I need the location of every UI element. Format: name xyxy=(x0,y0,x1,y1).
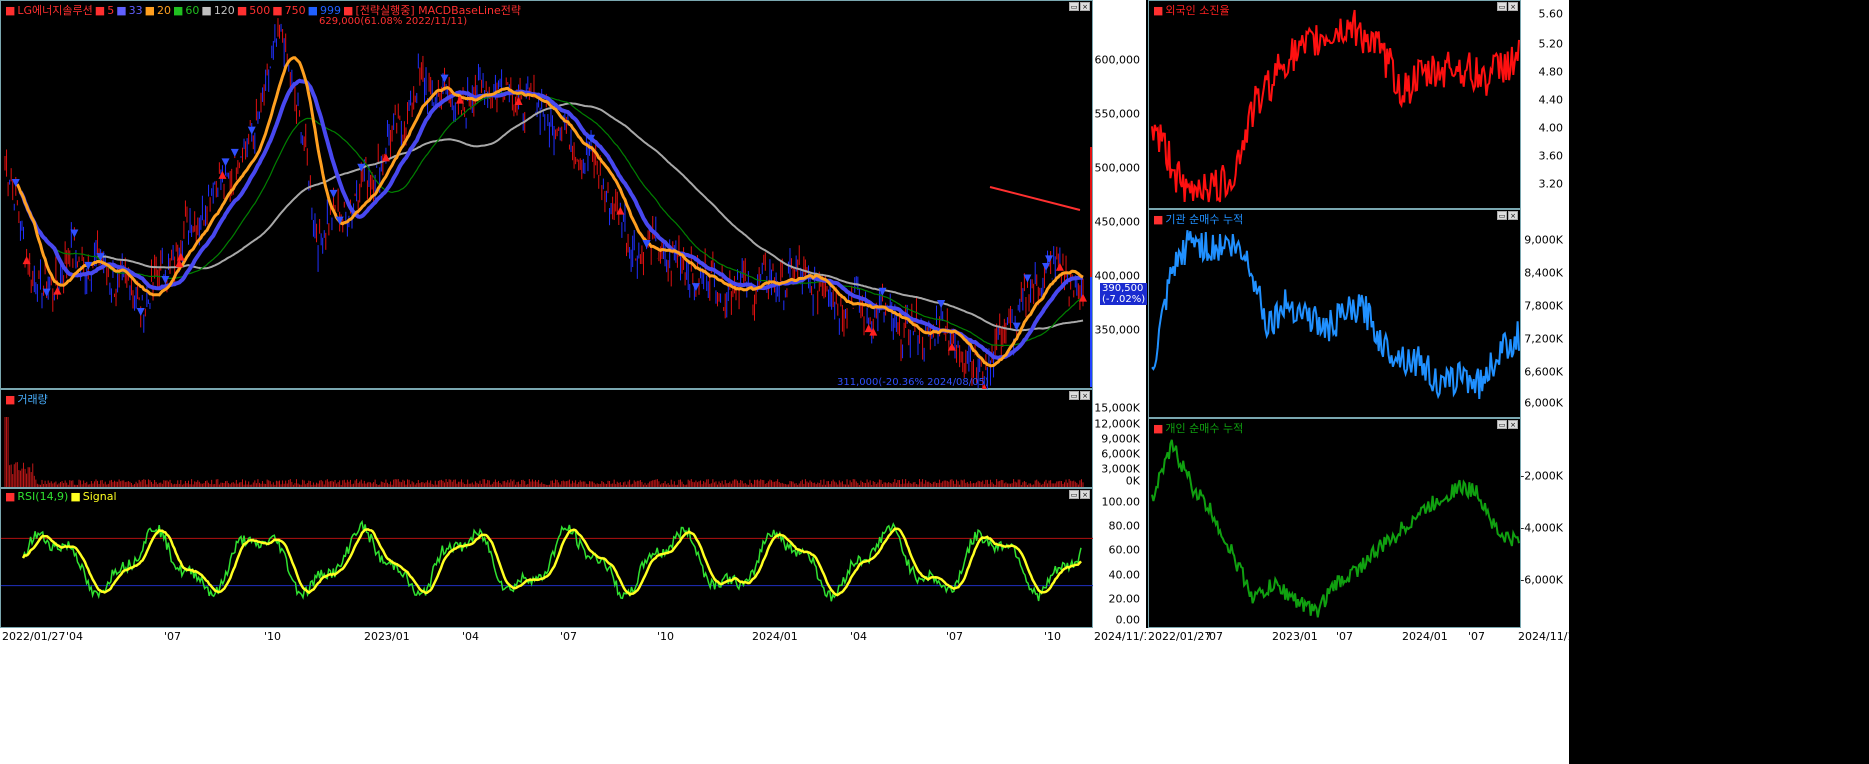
rsi-chart[interactable] xyxy=(1,489,1094,629)
price-chart[interactable] xyxy=(1,1,1094,390)
y-tick: 80.00 xyxy=(1108,519,1141,533)
individual-chart[interactable] xyxy=(1149,419,1522,629)
x-tick: '10 xyxy=(1044,630,1062,643)
y-tick: 20.00 xyxy=(1108,592,1141,606)
price-range-bar xyxy=(1090,277,1092,387)
x-tick: 2022/01/27 xyxy=(1148,630,1212,643)
y-tick: 4.00 xyxy=(1538,121,1564,135)
sell-signal-icon xyxy=(329,189,338,198)
y-tick: -6,000K xyxy=(1520,573,1563,587)
rsi-y-axis: 100.00 80.00 60.00 40.00 20.00 0.00 xyxy=(1093,488,1146,628)
x-tick: '07 xyxy=(946,630,964,643)
price-panel[interactable]: ■ LG에너지솔루션 ■ 5 ■ 33 ■ 20 ■ 60 ■ 120 ■ 500 ■ 750 ■ 999 ■ [전략… xyxy=(0,0,1094,390)
sell-signal-icon xyxy=(221,158,230,167)
foreign-ownership-line xyxy=(1151,9,1520,203)
individual-y-axis: -2,000K -4,000K -6,000K xyxy=(1520,418,1569,628)
institution-panel[interactable]: ■ 기관 순매수 누적 ▭ × xyxy=(1148,209,1521,418)
buy-signal-icon xyxy=(53,286,62,295)
volume-y-axis: 15,000K 12,000K 9,000K 6,000K 3,000K 0K xyxy=(1093,389,1146,488)
current-change: (-7.02%) xyxy=(1102,294,1146,305)
institution-chart[interactable] xyxy=(1149,210,1522,419)
y-tick: 6,000K xyxy=(1101,447,1140,461)
y-tick: 0K xyxy=(1125,474,1140,488)
individual-panel[interactable]: ■ 개인 순매수 누적 ▭ × xyxy=(1148,418,1521,628)
institution-net-line xyxy=(1151,230,1520,400)
ma500-line xyxy=(989,186,1081,211)
foreign-chart[interactable] xyxy=(1149,1,1522,210)
x-tick: '04 xyxy=(850,630,868,643)
x-tick: '07 xyxy=(560,630,578,643)
volume-chart[interactable] xyxy=(1,390,1094,489)
price-range-bar xyxy=(1090,147,1092,277)
x-tick: '04 xyxy=(66,630,84,643)
current-price-box: 390,500 (-7.02%) xyxy=(1100,283,1148,305)
y-tick: 3.20 xyxy=(1538,177,1564,191)
sell-signal-icon xyxy=(161,275,170,284)
right-x-axis: 2022/01/27'07 2023/01'07 2024/01'07 2024/11… xyxy=(1146,628,1581,764)
y-tick: 8,400K xyxy=(1524,266,1563,280)
ma20-line xyxy=(15,56,1084,368)
x-tick: 2024/11/13 xyxy=(1518,630,1582,643)
y-tick: 4.40 xyxy=(1538,93,1564,107)
y-tick: 6,600K xyxy=(1524,365,1563,379)
x-tick: '07 xyxy=(164,630,182,643)
y-tick: 3.60 xyxy=(1538,149,1564,163)
y-tick: 9,000K xyxy=(1524,233,1563,247)
x-tick: '07 xyxy=(1336,630,1354,643)
y-tick: 60.00 xyxy=(1108,543,1141,557)
rsi-panel[interactable]: ■ RSI(14,9) ■ Signal ▭ × xyxy=(0,488,1094,629)
volume-panel[interactable]: ■ 거래량 ▭ × xyxy=(0,389,1093,488)
x-tick: 2022/01/27 xyxy=(2,630,66,643)
institution-y-axis: 9,000K 8,400K 7,800K 7,200K 6,600K 6,000K xyxy=(1521,209,1569,418)
low-price-label: 311,000(-20.36% 2024/08/05) xyxy=(837,377,989,388)
y-tick: 7,800K xyxy=(1524,299,1563,313)
price-y-axis: 600,000 550,000 500,000 450,000 400,000 350,0… xyxy=(1093,0,1146,389)
rsi-line xyxy=(22,519,1082,602)
foreign-y-axis: 5.60 5.20 4.80 4.40 4.00 3.60 3.20 xyxy=(1521,0,1569,209)
y-tick: 6,000K xyxy=(1524,396,1563,410)
main-x-axis: 2022/01/27'04'07'10 2023/01'04'07'10 2024/… xyxy=(0,628,1157,764)
y-tick: 350,000 xyxy=(1094,323,1141,337)
y-tick: 400,000 xyxy=(1094,269,1141,283)
y-tick: 5.20 xyxy=(1538,37,1564,51)
y-tick: 9,000K xyxy=(1101,432,1140,446)
x-tick: '04 xyxy=(462,630,480,643)
ma60-line xyxy=(50,91,1084,347)
y-tick: 500,000 xyxy=(1094,161,1141,175)
y-tick: 100.00 xyxy=(1101,495,1141,509)
y-tick: -4,000K xyxy=(1520,521,1563,535)
y-tick: 550,000 xyxy=(1094,107,1141,121)
y-tick: 12,000K xyxy=(1094,417,1140,431)
y-tick: 40.00 xyxy=(1108,568,1141,582)
x-tick: '10 xyxy=(657,630,675,643)
y-tick: 0.00 xyxy=(1115,613,1141,627)
x-tick: 2024/01 xyxy=(1402,630,1448,643)
y-tick: -2,000K xyxy=(1520,469,1563,483)
sell-signal-icon xyxy=(1041,262,1050,271)
y-tick: 450,000 xyxy=(1094,215,1141,229)
y-tick: 7,200K xyxy=(1524,332,1563,346)
current-price: 390,500 xyxy=(1102,283,1144,294)
sell-signal-icon xyxy=(440,74,449,83)
x-tick: 2024/01 xyxy=(752,630,798,643)
sell-signal-icon xyxy=(1045,255,1054,264)
foreign-panel[interactable]: ■ 외국인 소진율 ▭ × xyxy=(1148,0,1521,209)
x-tick: 2023/01 xyxy=(1272,630,1318,643)
y-tick: 4.80 xyxy=(1538,65,1564,79)
x-tick: '07 xyxy=(1206,630,1224,643)
y-tick: 5.60 xyxy=(1538,7,1564,21)
y-tick: 600,000 xyxy=(1094,53,1141,67)
y-tick: 15,000K xyxy=(1094,401,1140,415)
sell-signal-icon xyxy=(230,148,239,157)
x-tick: '07 xyxy=(1468,630,1486,643)
high-price-label: 629,000(61.08% 2022/11/11) xyxy=(319,16,468,27)
individual-net-line xyxy=(1151,439,1520,618)
x-tick: 2023/01 xyxy=(364,630,410,643)
x-tick: '10 xyxy=(264,630,282,643)
